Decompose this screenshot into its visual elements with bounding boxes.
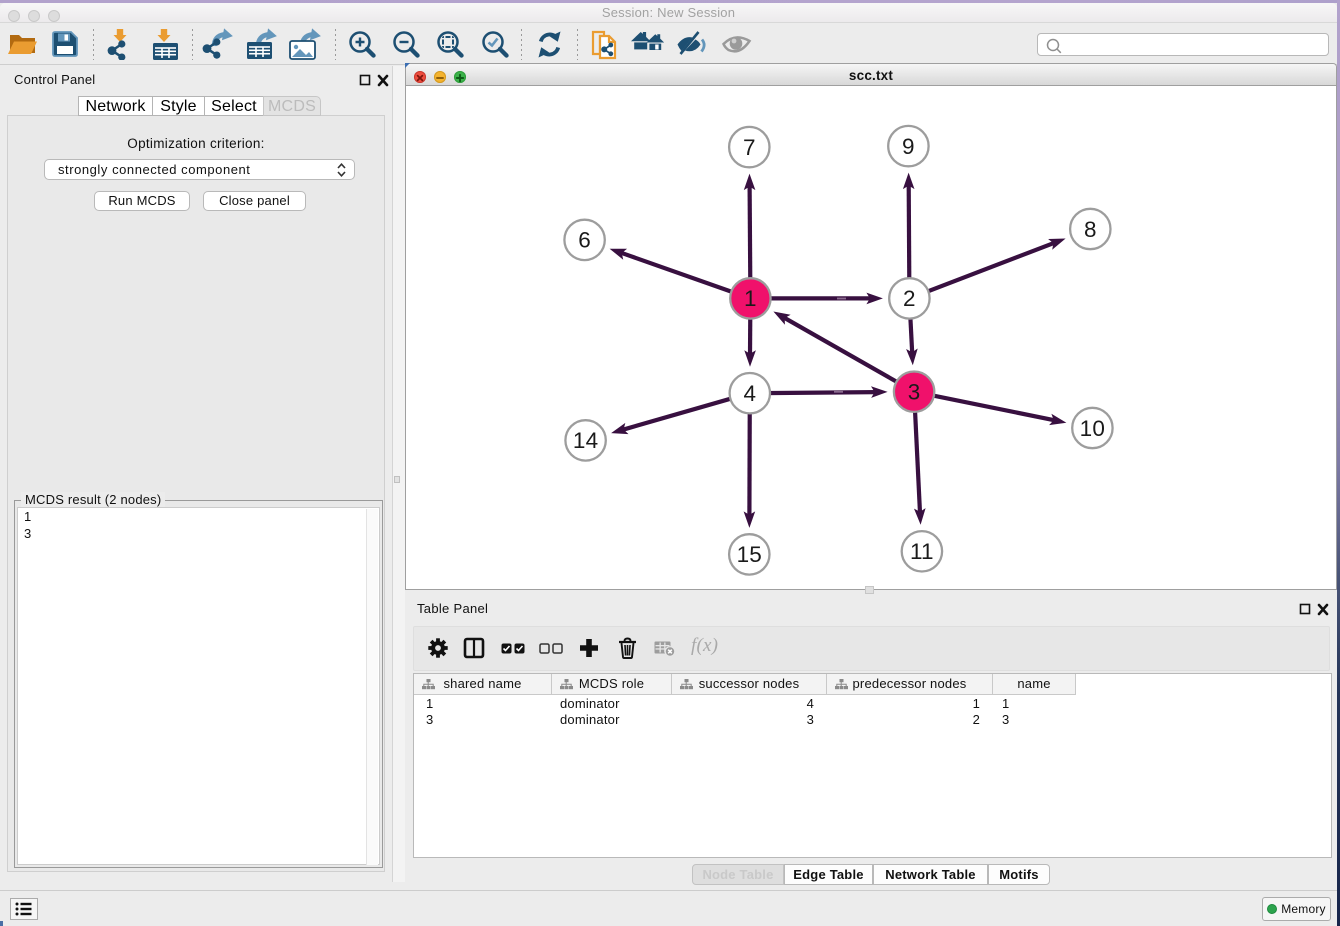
- svg-text:7: 7: [743, 135, 756, 160]
- svg-text:10: 10: [1080, 416, 1105, 441]
- svg-text:2: 2: [903, 286, 916, 311]
- svg-text:4: 4: [743, 381, 756, 406]
- svg-text:1: 1: [744, 286, 757, 311]
- svg-text:3: 3: [908, 380, 921, 405]
- svg-text:8: 8: [1084, 217, 1097, 242]
- svg-text:6: 6: [578, 228, 591, 253]
- svg-text:11: 11: [910, 539, 934, 564]
- svg-text:15: 15: [737, 542, 762, 567]
- svg-text:14: 14: [573, 428, 598, 453]
- svg-text:9: 9: [902, 134, 915, 159]
